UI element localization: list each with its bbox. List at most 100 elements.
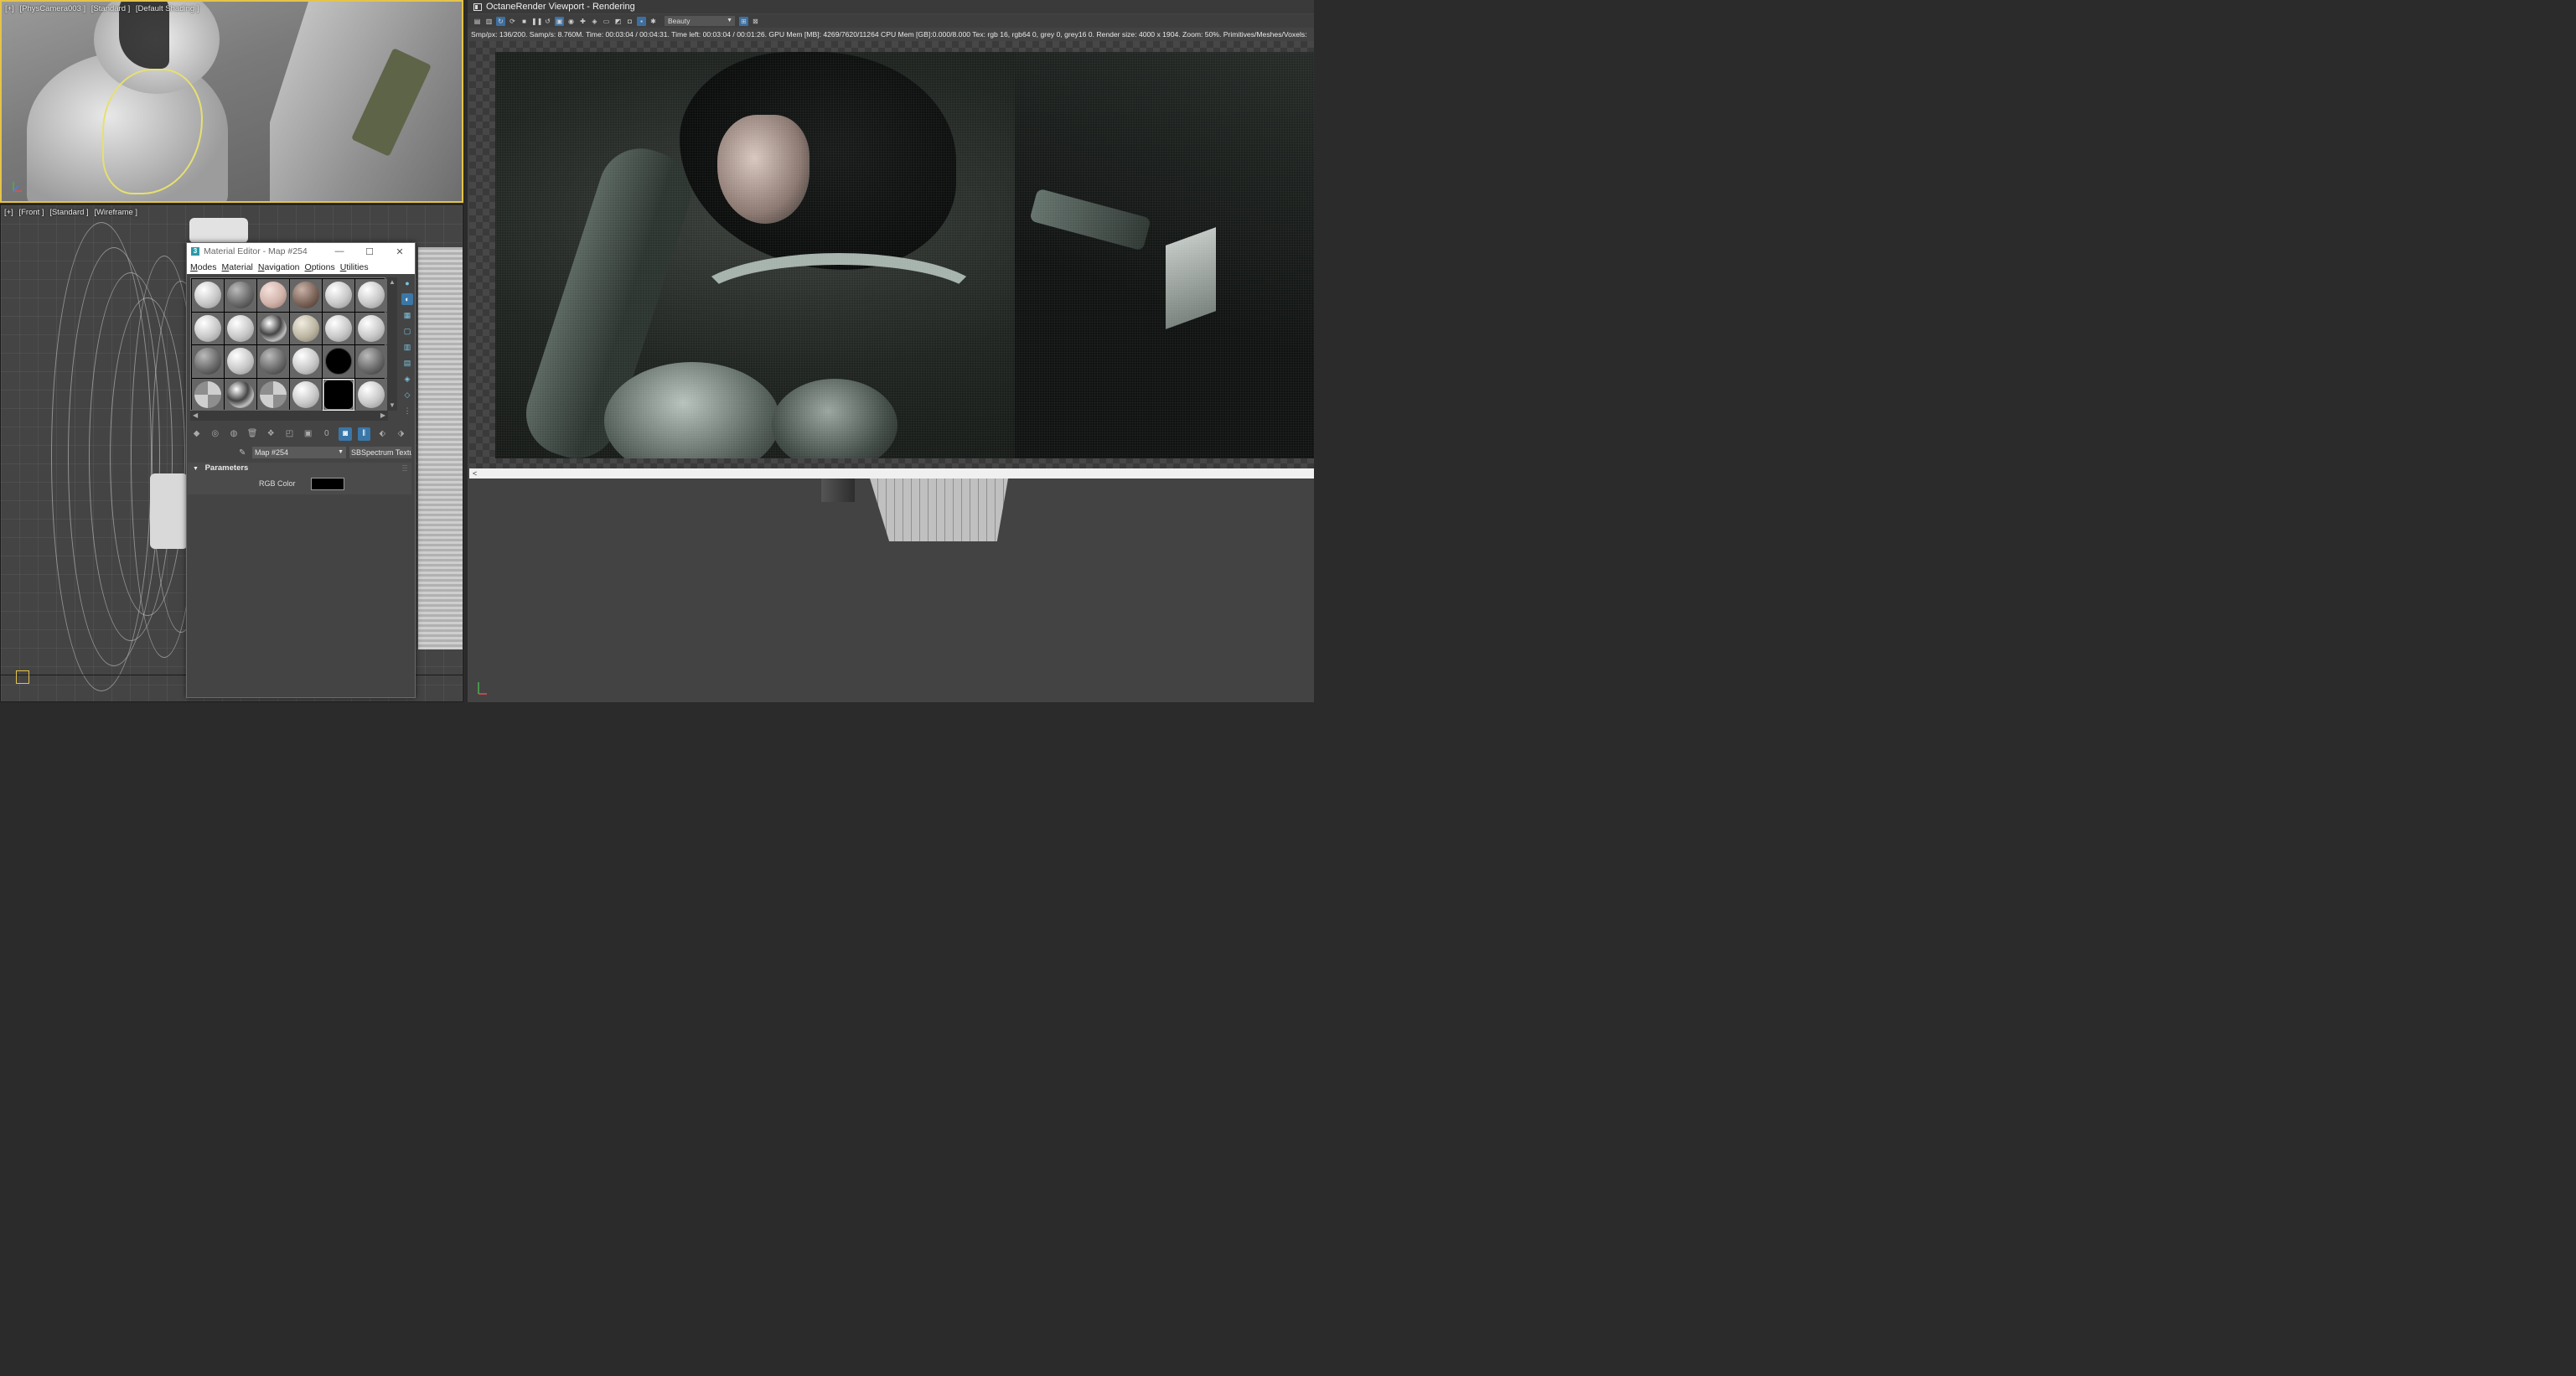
scroll-left-icon[interactable]: <	[473, 469, 477, 478]
material-editor-window[interactable]: 3 Material Editor - Map #254 — ☐ ✕ Modes…	[186, 242, 416, 698]
render-image[interactable]	[495, 52, 1314, 458]
scroll-down-icon[interactable]: ▼	[387, 401, 397, 411]
save-render-icon[interactable]: ▤	[473, 17, 482, 26]
effects-channel-icon[interactable]: 0	[320, 427, 333, 441]
sample-slot[interactable]	[192, 279, 224, 312]
menu-options[interactable]: Options	[305, 262, 335, 272]
sample-slot[interactable]	[290, 279, 322, 312]
viewport-shading-mode[interactable]: [Wireframe ]	[94, 208, 137, 217]
sample-slot[interactable]	[323, 279, 354, 312]
render-horizontal-scrollbar[interactable]: <	[469, 468, 1314, 478]
maximize-button[interactable]: ☐	[354, 246, 385, 257]
sample-slot[interactable]	[225, 279, 256, 312]
focus-picker-icon[interactable]: ◉	[566, 17, 576, 26]
sample-slot[interactable]	[225, 312, 256, 344]
front-viewport-label[interactable]: [+] [Front ] [Standard ] [Wireframe ]	[4, 208, 141, 217]
object-picker-icon[interactable]: ◈	[590, 17, 599, 26]
stop-render-icon[interactable]: ■	[520, 17, 529, 26]
sample-slot[interactable]	[355, 345, 387, 378]
uv-tiling-icon[interactable]: ▢	[401, 325, 413, 337]
octane-render-window[interactable]: OctaneRender Viewport - Rendering ▤ ▥ ↻ …	[466, 0, 1314, 702]
minimize-button[interactable]: —	[324, 246, 354, 256]
material-picker-icon[interactable]: ✚	[578, 17, 587, 26]
sample-slot[interactable]	[355, 378, 387, 411]
pause-render-icon[interactable]: ❚❚	[531, 17, 542, 26]
sample-slot-active[interactable]	[323, 378, 354, 411]
lock-icon[interactable]: ◘	[625, 17, 634, 26]
viewport-shading-mode[interactable]: [Default Shading ]	[136, 4, 199, 13]
parameters-rollout-header[interactable]: ▼ Parameters	[188, 463, 411, 474]
render-pass-select[interactable]: Beauty ▼	[665, 16, 735, 26]
background-viewport[interactable]	[469, 478, 1314, 702]
slots-horizontal-scrollbar[interactable]: ◀ ▶	[190, 411, 388, 421]
sample-slot[interactable]	[290, 345, 322, 378]
put-material-icon[interactable]: ◎	[209, 427, 221, 441]
sample-type-icon[interactable]: ●	[401, 277, 413, 289]
viewport-menu-plus[interactable]: [+]	[5, 4, 14, 13]
map-type-button[interactable]: SBSpectrum Textu	[349, 447, 411, 458]
camera-viewport[interactable]: [+] [PhysCamera003 ] [Standard ] [Defaul…	[0, 0, 463, 203]
show-end-result-icon[interactable]: ‖	[357, 427, 370, 441]
assign-to-selection-icon[interactable]: ◍	[227, 427, 240, 441]
menu-material[interactable]: Material	[222, 262, 253, 272]
viewport-camera-name[interactable]: [PhysCamera003 ]	[19, 4, 85, 13]
scroll-up-icon[interactable]: ▲	[387, 277, 397, 287]
sample-slot[interactable]	[225, 378, 256, 411]
camera-picker-icon[interactable]: ▭	[602, 17, 611, 26]
sample-slot[interactable]	[323, 345, 354, 378]
sample-slot[interactable]	[257, 312, 289, 344]
start-render-icon[interactable]: ↺	[543, 17, 552, 26]
go-to-parent-icon[interactable]: ⬖	[376, 427, 389, 441]
make-unique-icon[interactable]: ❖	[265, 427, 277, 441]
material-map-navigator-icon[interactable]: ⋮	[401, 405, 413, 416]
scroll-left-icon[interactable]: ◀	[193, 411, 198, 421]
sample-slot[interactable]	[323, 312, 354, 344]
octane-titlebar[interactable]: OctaneRender Viewport - Rendering	[468, 0, 1314, 13]
white-balance-icon[interactable]: ◩	[613, 17, 623, 26]
restart-render-icon[interactable]: ↻	[496, 16, 505, 26]
close-button[interactable]: ✕	[385, 246, 415, 257]
collapse-triangle-icon[interactable]: ▼	[193, 466, 199, 472]
sample-slot[interactable]	[355, 312, 387, 344]
chevron-down-icon[interactable]: ▼	[727, 16, 732, 26]
put-to-library-icon[interactable]: ◰	[283, 427, 296, 441]
go-forward-sibling-icon[interactable]: ⬗	[395, 427, 407, 441]
sample-slot[interactable]	[257, 378, 289, 411]
sample-slot[interactable]	[192, 345, 224, 378]
menu-utilities[interactable]: Utilities	[340, 262, 369, 272]
rgb-color-swatch[interactable]	[310, 477, 344, 490]
select-by-material-icon[interactable]: ◇	[401, 389, 413, 401]
viewport-menu-plus[interactable]: [+]	[4, 208, 13, 217]
camera-viewport-label[interactable]: [+] [PhysCamera003 ] [Standard ] [Defaul…	[5, 4, 202, 13]
sample-slot[interactable]	[257, 279, 289, 312]
gpu-icon[interactable]: ▪	[637, 16, 646, 26]
sample-slot[interactable]	[225, 345, 256, 378]
copy-render-icon[interactable]: ▥	[484, 17, 494, 26]
chevron-down-icon[interactable]: ▼	[338, 447, 344, 458]
region-render-icon[interactable]: ▣	[555, 16, 564, 26]
sample-slot[interactable]	[290, 378, 322, 411]
background-icon[interactable]: ▦	[401, 309, 413, 321]
get-material-icon[interactable]: ◆	[190, 427, 203, 441]
sample-slot[interactable]	[290, 312, 322, 344]
menu-modes[interactable]: Modes	[190, 262, 217, 272]
viewport-view-name[interactable]: [Front ]	[18, 208, 44, 217]
viewport-render-mode[interactable]: [Standard ]	[91, 4, 130, 13]
fit-to-window-icon[interactable]: ⊞	[739, 16, 748, 26]
zoom-100-icon[interactable]: ⊠	[751, 17, 760, 26]
make-preview-icon[interactable]: ▤	[401, 357, 413, 369]
render-canvas-area[interactable]	[469, 41, 1314, 468]
drag-grip-icon[interactable]	[402, 464, 407, 471]
sample-slot[interactable]	[192, 378, 224, 411]
sample-slot[interactable]	[355, 279, 387, 312]
scroll-right-icon[interactable]: ▶	[380, 411, 385, 421]
sample-slot[interactable]	[192, 312, 224, 344]
backlight-icon[interactable]: ◐	[401, 293, 413, 305]
reset-map-icon[interactable]: 🗑	[246, 427, 259, 441]
slots-vertical-scrollbar[interactable]: ▲ ▼	[387, 277, 397, 411]
viewport-render-mode[interactable]: [Standard ]	[49, 208, 88, 217]
show-map-in-viewport-icon[interactable]: ◙	[339, 427, 352, 441]
menu-navigation[interactable]: Navigation	[258, 262, 300, 272]
eyedropper-icon[interactable]: ✎	[239, 448, 251, 458]
material-id-icon[interactable]: ▣	[302, 427, 314, 441]
